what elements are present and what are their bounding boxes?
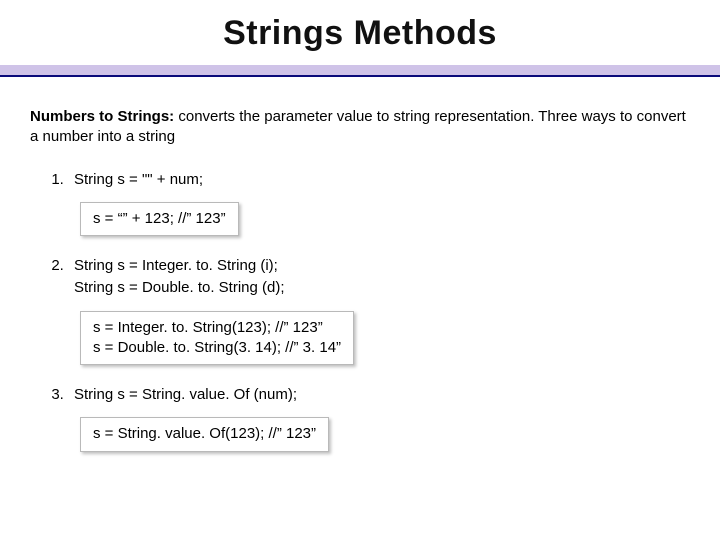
intro-text: Numbers to Strings: converts the paramet… [30, 107, 690, 148]
step-2-line-2: String s = Double. to. String (d); [74, 278, 690, 298]
rule-lavender-bar [0, 65, 720, 75]
step-3: String s = String. value. Of (num); s = … [68, 385, 690, 452]
step-3-lines: String s = String. value. Of (num); [74, 385, 690, 405]
rule-blue-line [0, 75, 720, 77]
step-3-line-1: String s = String. value. Of (num); [74, 385, 690, 405]
step-3-example: s = String. value. Of(123); //” 123” [80, 417, 329, 451]
slide-title: Strings Methods [0, 0, 720, 63]
step-2: String s = Integer. to. String (i); Stri… [68, 256, 690, 365]
slide: Strings Methods Numbers to Strings: conv… [0, 0, 720, 540]
step-1: String s = "" + num; s = “” + 123; //” 1… [68, 170, 690, 237]
step-1-example: s = “” + 123; //” 123” [80, 202, 239, 236]
slide-body: Numbers to Strings: converts the paramet… [0, 83, 720, 452]
title-rule [0, 65, 720, 83]
intro-lead: Numbers to Strings: [30, 108, 174, 125]
steps-list: String s = "" + num; s = “” + 123; //” 1… [68, 170, 690, 452]
step-1-line-1: String s = "" + num; [74, 170, 690, 190]
step-1-lines: String s = "" + num; [74, 170, 690, 190]
step-2-lines: String s = Integer. to. String (i); Stri… [74, 256, 690, 299]
step-2-line-1: String s = Integer. to. String (i); [74, 256, 690, 276]
step-2-example: s = Integer. to. String(123); //” 123” s… [80, 311, 354, 366]
